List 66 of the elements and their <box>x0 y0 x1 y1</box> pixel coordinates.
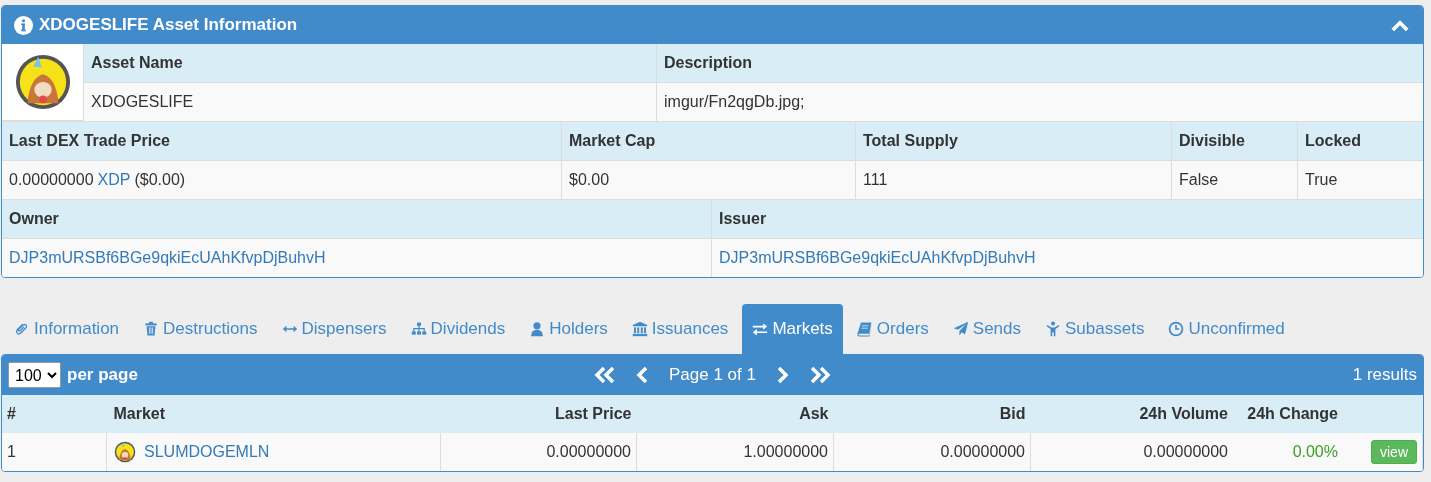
paperclip-icon <box>14 321 30 337</box>
column-header: Divisible <box>1172 122 1298 161</box>
column-header: Market Cap <box>562 122 856 161</box>
column-header: Total Supply <box>856 122 1172 161</box>
column-header: Asset Name <box>84 44 657 83</box>
table-cell: 0.00000000 <box>833 433 1031 471</box>
table-cell: imgur/Fn2qgDb.jpg; <box>657 83 1423 122</box>
column-header: Last DEX Trade Price <box>2 122 562 161</box>
trash-icon <box>143 321 160 337</box>
table-cell: XDOGESLIFE <box>84 83 657 122</box>
info-icon <box>14 15 33 35</box>
clock-icon <box>1168 321 1185 337</box>
last-page-button[interactable] <box>808 365 832 385</box>
tab[interactable]: Information <box>4 304 130 354</box>
price-value: 0.00000000 <box>9 171 94 189</box>
tab[interactable]: Sends <box>942 304 1031 354</box>
tab[interactable]: Destructions <box>133 304 268 354</box>
last-page-icon <box>808 365 832 385</box>
first-page-icon <box>593 365 617 385</box>
column-header: Owner <box>2 200 712 239</box>
table-cell: True <box>1298 161 1423 200</box>
tab[interactable]: Holders <box>519 304 618 354</box>
column-header: 24h Volume <box>1030 395 1233 433</box>
column-header: Market <box>106 395 441 433</box>
table-cell: 1.00000000 <box>636 433 834 471</box>
column-header: Description <box>657 44 1423 83</box>
collapse-button[interactable] <box>1391 18 1409 32</box>
tab[interactable]: Issuances <box>621 304 739 354</box>
table-cell: 0.00000000 <box>1030 433 1233 471</box>
column-header: Ask <box>636 395 834 433</box>
column-header: Issuer <box>712 200 1423 239</box>
bank-icon <box>631 321 648 337</box>
table-cell: 1 <box>2 433 107 471</box>
currency-link[interactable]: XDP <box>97 171 131 189</box>
table-cell: 0.00000000 <box>440 433 637 471</box>
page-indicator: Page 1 of 1 <box>669 365 756 385</box>
user-icon <box>529 321 546 337</box>
tab[interactable]: Markets <box>742 304 843 354</box>
results-count: 1 results <box>1352 365 1417 384</box>
column-header: Locked <box>1298 122 1423 161</box>
table-cell: 111 <box>856 161 1172 200</box>
table-cell: $0.00 <box>562 161 856 200</box>
chevron-icon <box>1391 18 1409 32</box>
per-page-label: per page <box>67 365 138 385</box>
column-header: 24h Change <box>1233 395 1343 433</box>
paper-plane-icon <box>952 321 969 337</box>
market-link[interactable]: SLUMDOGEMLN <box>144 443 270 461</box>
exchange-icon <box>752 321 769 337</box>
tab[interactable]: Unconfirmed <box>1158 304 1295 354</box>
tab[interactable]: Subassets <box>1035 304 1155 354</box>
column-header: # <box>2 395 107 433</box>
change-value: 0.00% <box>1233 433 1343 471</box>
panel-title: XDOGESLIFE Asset Information <box>39 15 298 35</box>
figure-icon <box>1045 321 1061 337</box>
table-cell: False <box>1172 161 1298 200</box>
column-header: Last Price <box>440 395 637 433</box>
view-button[interactable]: view <box>1371 440 1417 464</box>
tab[interactable]: Dividends <box>400 304 516 354</box>
column-header: Bid <box>833 395 1031 433</box>
hierarchy-icon <box>410 321 427 337</box>
usd-value: ($0.00) <box>134 171 186 189</box>
per-page-select[interactable]: 100 <box>8 362 61 388</box>
tab[interactable]: Dispensers <box>271 304 397 354</box>
tab[interactable]: Orders <box>846 304 939 354</box>
book-icon <box>856 321 873 337</box>
first-page-button[interactable] <box>593 365 617 385</box>
